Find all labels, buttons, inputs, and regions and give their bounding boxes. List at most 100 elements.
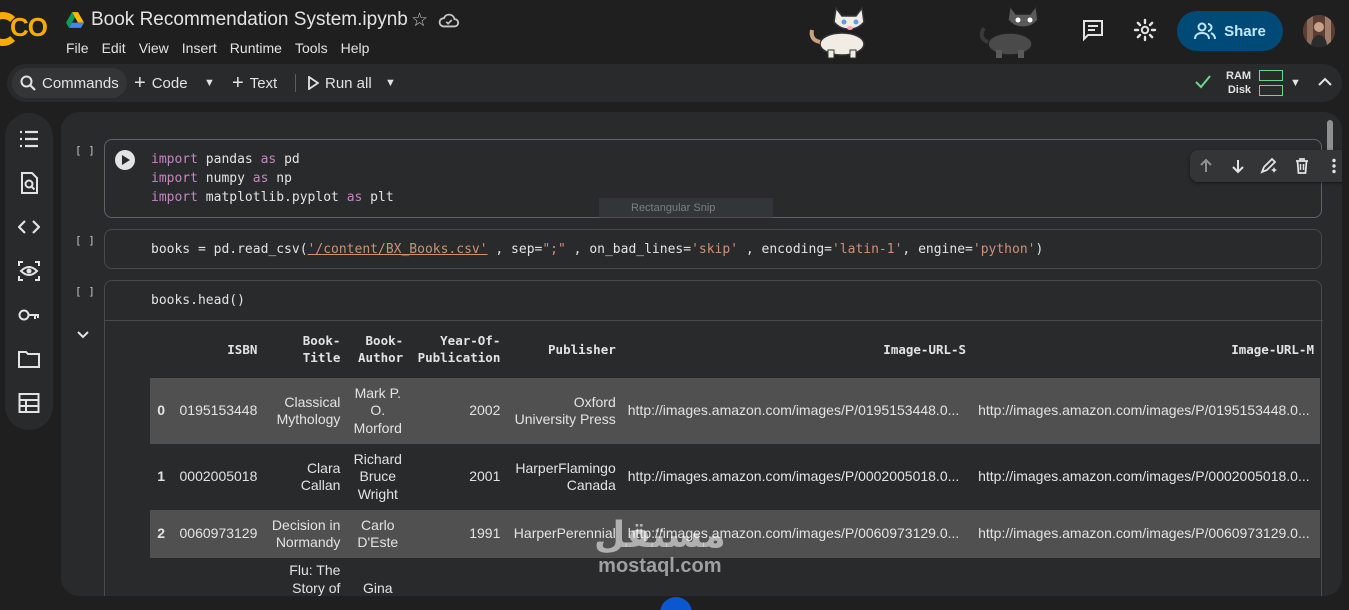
code-line: books.head() [151, 291, 245, 310]
code-line: import matplotlib.pyplot as plt [151, 188, 394, 207]
menu-view[interactable]: View [139, 40, 169, 56]
table-cell-publisher: HarperFlamingo Canada [506, 444, 622, 510]
key-icon[interactable] [18, 304, 40, 326]
left-sidebar [5, 113, 53, 430]
watermark-arabic: مستقل [594, 514, 726, 555]
connected-check-icon [1195, 75, 1211, 89]
code-token: numpy [197, 171, 253, 186]
table-cell-title: Clara Callan [263, 444, 347, 510]
menu-bar: File Edit View Insert Runtime Tools Help [66, 40, 382, 56]
cloud-sync-icon[interactable] [438, 11, 460, 29]
find-icon[interactable] [18, 172, 40, 194]
table-cell-url_m: http://images.amazon.com/images/P/006097… [972, 510, 1320, 558]
search-icon [20, 75, 36, 91]
resource-labels[interactable]: RAM Disk [1226, 69, 1251, 97]
code-token: np [268, 171, 292, 186]
code-token: pd [276, 152, 300, 167]
menu-help[interactable]: Help [341, 40, 370, 56]
avatar[interactable] [1303, 15, 1335, 47]
run-all-dropdown-button[interactable]: ▼ [385, 64, 396, 102]
table-cell-url_s: http://images.amazon.com/images/P/000200… [621, 444, 973, 510]
menu-file[interactable]: File [66, 40, 89, 56]
caret-down-icon: ▼ [204, 77, 215, 89]
table-cell-idx [150, 558, 173, 596]
code-token: import [151, 190, 198, 205]
add-text-button[interactable]: + Text [232, 64, 277, 102]
code-token: as [260, 152, 277, 167]
scroll-to-cell-button[interactable] [660, 597, 692, 610]
variables-inspector-icon[interactable] [18, 260, 40, 282]
move-up-icon[interactable] [1198, 158, 1214, 174]
commands-button[interactable]: Commands [12, 68, 127, 98]
ram-label: RAM [1226, 70, 1252, 82]
table-cell-idx: 0 [150, 378, 173, 444]
code-dropdown-button[interactable]: ▼ [204, 64, 215, 102]
folder-icon[interactable] [18, 348, 40, 370]
code-line: import numpy as np [151, 169, 394, 188]
table-cell-author: Mark P. O. Morford [346, 378, 410, 444]
table-row: 1 0002005018 Clara Callan Richard Bruce Wri… [150, 444, 1320, 510]
toolbar-divider [295, 74, 296, 92]
code-token: 'latin-1' [831, 242, 903, 257]
code-snippets-icon[interactable] [18, 216, 40, 238]
table-cell-idx: 1 [150, 444, 173, 510]
resources-dropdown-button[interactable]: ▼ [1290, 64, 1301, 102]
column-header: Publisher [548, 341, 616, 357]
share-button[interactable]: Share [1177, 11, 1283, 51]
code-editor[interactable]: books = pd.read_csv('/content/BX_Books.c… [151, 240, 1043, 259]
play-icon [308, 76, 319, 90]
colab-logo[interactable]: CO [0, 10, 56, 46]
table-row: 2 0060973129 Decision in Normandy Carlo D'E… [150, 510, 1320, 558]
table-cell-isbn: 0060973129 [172, 510, 264, 558]
column-header: Year-Of-Publication [417, 333, 501, 365]
code-token: ";" [542, 242, 566, 257]
comments-icon[interactable] [1081, 18, 1105, 42]
add-code-button[interactable]: + Code [134, 64, 188, 102]
column-header: Image-URL-M [1231, 341, 1314, 357]
table-cell-url_m: http://images.amazon.com/images/P/000200… [972, 444, 1320, 510]
column-header [150, 320, 172, 378]
run-all-button[interactable]: Run all [307, 64, 372, 102]
white-cat-icon [809, 6, 865, 59]
column-header: ISBN [227, 341, 258, 357]
table-cell-author: Carlo D'Este [346, 510, 410, 558]
delete-icon[interactable] [1294, 158, 1310, 174]
data-table-icon[interactable] [18, 392, 40, 414]
table-cell-year [409, 558, 507, 596]
cell-execution-count: [ ] [75, 234, 95, 247]
code-token: '/content/BX_Books.csv' [307, 242, 488, 257]
cell-toolbar [1190, 150, 1342, 182]
column-header: Book-Author [358, 333, 404, 365]
menu-edit[interactable]: Edit [102, 40, 126, 56]
code-editor[interactable]: books.head() [151, 291, 245, 310]
more-options-icon[interactable] [1326, 158, 1342, 174]
table-row: Flu: The Story of theGina [150, 558, 1320, 596]
chevron-down-icon[interactable] [76, 330, 90, 340]
menu-tools[interactable]: Tools [295, 40, 328, 56]
run-all-label: Run all [325, 74, 372, 92]
google-drive-icon[interactable] [66, 12, 84, 28]
disk-label: Disk [1227, 84, 1252, 96]
gear-icon[interactable] [1133, 18, 1157, 42]
share-label: Share [1224, 22, 1266, 40]
code-token: import [151, 171, 198, 186]
table-of-contents-icon[interactable] [18, 128, 40, 150]
watermark-latin: mostaql.com [598, 555, 722, 577]
menu-insert[interactable]: Insert [182, 40, 217, 56]
code-editor[interactable]: import pandas as pd import numpy as np imp… [151, 150, 394, 207]
run-cell-button[interactable] [115, 150, 135, 170]
star-icon[interactable]: ☆ [411, 9, 428, 32]
column-header: Image-URL-S [883, 341, 967, 357]
move-down-icon[interactable] [1230, 158, 1246, 174]
code-token: pandas [197, 152, 261, 167]
code-line: import pandas as pd [151, 150, 394, 169]
chevron-up-icon[interactable] [1318, 77, 1332, 87]
table-header-row: ISBN Book-Title Book-Author Year-Of-Publ… [150, 320, 1320, 378]
edit-pencil-icon[interactable] [1260, 158, 1278, 174]
code-token: 'python' [972, 242, 1036, 257]
notebook-title[interactable]: Book Recommendation System.ipynb [91, 9, 408, 31]
code-cell-read-csv[interactable]: books = pd.read_csv('/content/BX_Books.c… [104, 229, 1322, 269]
ram-meter [1259, 70, 1283, 81]
menu-runtime[interactable]: Runtime [230, 40, 282, 56]
caret-down-icon: ▼ [1290, 77, 1301, 89]
